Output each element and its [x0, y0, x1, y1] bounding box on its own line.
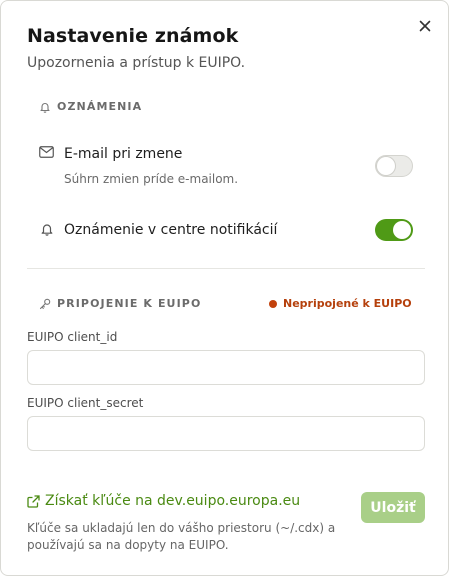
client-secret-label: EUIPO client_secret [27, 396, 144, 410]
connection-status-label: Nepripojené k EUIPO [283, 297, 412, 310]
toggle-knob [393, 221, 411, 239]
bell-icon [40, 102, 50, 113]
storage-note: Kľúče sa ukladajú len do vášho priestoru… [27, 521, 336, 552]
dialog-title: Nastavenie známok [27, 25, 239, 47]
toggle-knob [377, 157, 395, 175]
notification-center-toggle[interactable] [375, 219, 413, 241]
external-link-icon [27, 494, 40, 508]
notification-center-label: Oznámenie v centre notifikácií [64, 222, 278, 238]
connection-heading: PRIPOJENIE K EUIPO [39, 297, 201, 310]
notifications-heading-label: OZNÁMENIA [57, 100, 143, 113]
get-keys-link-label: Získať kľúče na dev.euipo.europa.eu [45, 493, 301, 509]
dialog-subtitle: Upozornenia a prístup k EUIPO. [27, 55, 246, 71]
connection-heading-label: PRIPOJENIE K EUIPO [57, 297, 202, 310]
close-icon [419, 20, 431, 32]
bell-icon [41, 224, 53, 236]
section-divider [27, 268, 425, 269]
key-icon [39, 298, 51, 309]
get-keys-link[interactable]: Získať kľúče na dev.euipo.europa.eu [27, 493, 300, 509]
client-id-input[interactable] [27, 350, 425, 385]
client-id-label: EUIPO client_id [27, 330, 118, 344]
email-on-change-description: Súhrn zmien príde e-mailom. [64, 172, 239, 186]
email-on-change-toggle[interactable] [375, 155, 413, 177]
connection-status: Nepripojené k EUIPO [269, 297, 412, 310]
client-secret-input[interactable] [27, 416, 425, 451]
save-button[interactable]: Uložiť [361, 492, 425, 523]
email-on-change-label: E-mail pri zmene [64, 146, 183, 162]
notifications-heading: OZNÁMENIA [39, 100, 142, 113]
status-dot [269, 299, 277, 308]
close-button[interactable] [414, 15, 436, 37]
settings-dialog: Nastavenie známok Upozornenia a prístup … [0, 0, 449, 576]
mail-icon [39, 146, 54, 158]
